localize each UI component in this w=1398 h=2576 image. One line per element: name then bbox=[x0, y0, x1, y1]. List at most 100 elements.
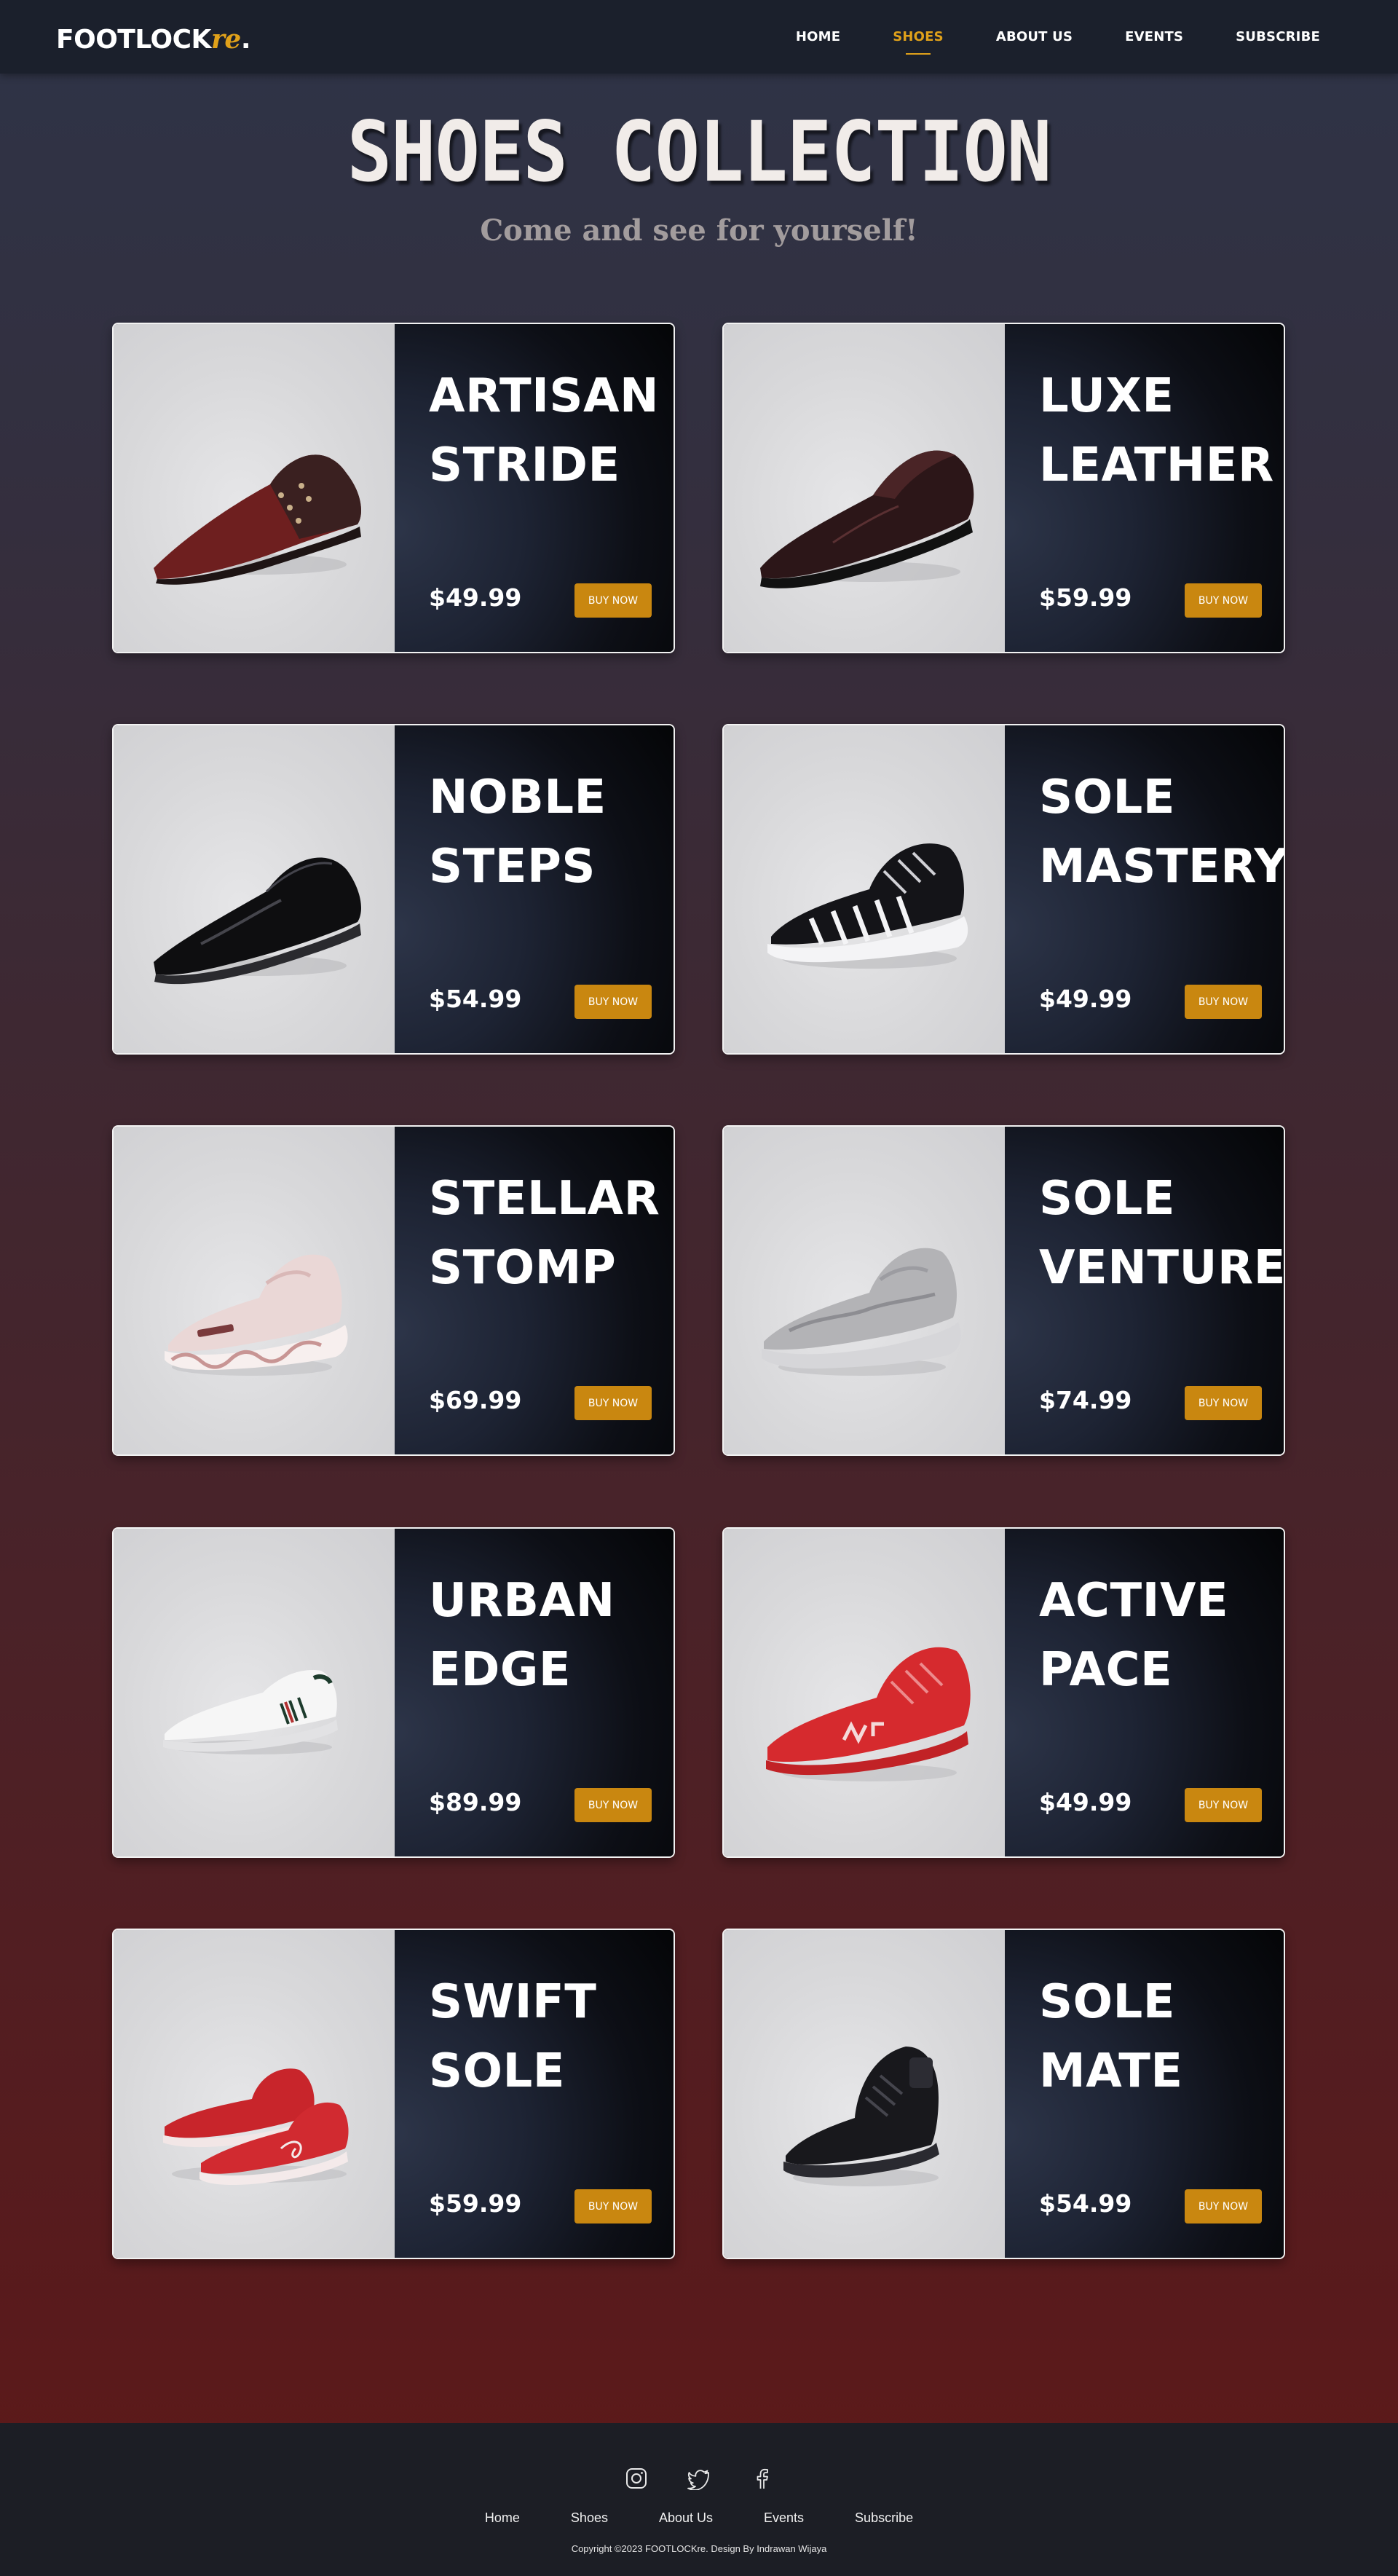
product-name-line2: SOLE bbox=[429, 2044, 565, 2098]
product-name-line1: URBAN bbox=[429, 1574, 615, 1628]
product-image bbox=[724, 324, 1005, 652]
product-name: NOBLE STEPS bbox=[429, 763, 674, 902]
pink-chunky-sneaker-icon bbox=[165, 1254, 348, 1376]
product-card: NOBLE STEPS $54.99 BUY NOW bbox=[112, 724, 675, 1055]
product-name-line2: PACE bbox=[1039, 1643, 1173, 1697]
nav-links: HOME SHOES ABOUT US EVENTS SUBSCRIBE bbox=[743, 0, 1320, 74]
product-name-line1: ACTIVE bbox=[1039, 1574, 1229, 1628]
product-name-line1: ARTISAN bbox=[429, 369, 660, 423]
nav-link-subscribe[interactable]: SUBSCRIBE bbox=[1236, 29, 1320, 44]
product-image bbox=[114, 1529, 395, 1856]
product-price: $59.99 bbox=[429, 2189, 522, 2218]
black-patent-dress-shoe-icon bbox=[154, 857, 361, 985]
product-name-line2: LEATHER bbox=[1039, 438, 1274, 492]
nav-link-shoes[interactable]: SHOES bbox=[893, 29, 944, 44]
product-name-line1: SOLE bbox=[1039, 1975, 1175, 2029]
product-price: $59.99 bbox=[1039, 583, 1132, 612]
product-name: SOLE VENTURE bbox=[1039, 1165, 1284, 1303]
product-image bbox=[114, 324, 395, 652]
buy-now-button[interactable]: BUY NOW bbox=[1185, 1386, 1262, 1420]
product-info: ACTIVE PACE $49.99 BUY NOW bbox=[1005, 1529, 1284, 1856]
product-card: ARTISAN STRIDE $49.99 BUY NOW bbox=[112, 323, 675, 653]
product-price: $69.99 bbox=[429, 1386, 522, 1414]
product-price: $89.99 bbox=[429, 1788, 522, 1816]
product-info: SOLE MATE $54.99 BUY NOW bbox=[1005, 1930, 1284, 2258]
product-name: ACTIVE PACE bbox=[1039, 1567, 1284, 1705]
buy-now-button[interactable]: BUY NOW bbox=[574, 583, 652, 618]
product-name-line1: SOLE bbox=[1039, 771, 1175, 824]
footer-link-about-us[interactable]: About Us bbox=[659, 2510, 713, 2526]
product-card: SOLE MATE $54.99 BUY NOW bbox=[722, 1929, 1285, 2259]
product-image bbox=[724, 1127, 1005, 1454]
red-high-top-sneakers-icon bbox=[163, 2068, 349, 2185]
twitter-icon[interactable] bbox=[687, 2467, 711, 2490]
product-name-line1: LUXE bbox=[1039, 369, 1174, 423]
nav-link-about-us[interactable]: ABOUT US bbox=[996, 29, 1073, 44]
footer-link-home[interactable]: Home bbox=[485, 2510, 520, 2526]
instagram-icon[interactable] bbox=[625, 2467, 648, 2490]
product-name: SOLE MASTERY bbox=[1039, 763, 1285, 902]
facebook-icon[interactable] bbox=[750, 2467, 773, 2490]
product-price: $49.99 bbox=[429, 583, 522, 612]
product-name: LUXE LEATHER bbox=[1039, 362, 1284, 500]
buy-now-button[interactable]: BUY NOW bbox=[1185, 2189, 1262, 2224]
footer: Home Shoes About Us Events Subscribe Cop… bbox=[0, 2423, 1398, 2576]
product-name-line1: NOBLE bbox=[429, 771, 607, 824]
product-info: ARTISAN STRIDE $49.99 BUY NOW bbox=[395, 324, 674, 652]
black-high-top-sneaker-icon bbox=[783, 2047, 939, 2186]
product-card: SOLE VENTURE $74.99 BUY NOW bbox=[722, 1125, 1285, 1456]
product-card: ACTIVE PACE $49.99 BUY NOW bbox=[722, 1527, 1285, 1858]
footer-link-shoes[interactable]: Shoes bbox=[571, 2510, 608, 2526]
logo-accent-text: re bbox=[210, 24, 241, 55]
top-navbar: FOOTLOCKre. HOME SHOES ABOUT US EVENTS S… bbox=[0, 0, 1398, 74]
brand-logo[interactable]: FOOTLOCKre. bbox=[56, 23, 251, 57]
product-name: STELLAR STOMP bbox=[429, 1165, 674, 1303]
product-card: SOLE MASTERY $49.99 BUY NOW bbox=[722, 724, 1285, 1055]
product-info: SOLE VENTURE $74.99 BUY NOW bbox=[1005, 1127, 1284, 1454]
product-name-line2: EDGE bbox=[429, 1643, 572, 1697]
product-info: SOLE MASTERY $49.99 BUY NOW bbox=[1005, 725, 1284, 1053]
product-name: SWIFT SOLE bbox=[429, 1968, 674, 2106]
footer-link-events[interactable]: Events bbox=[764, 2510, 804, 2526]
product-price: $74.99 bbox=[1039, 1386, 1132, 1414]
product-info: URBAN EDGE $89.99 BUY NOW bbox=[395, 1529, 674, 1856]
product-name-line2: STOMP bbox=[429, 1241, 617, 1295]
buy-now-button[interactable]: BUY NOW bbox=[1185, 985, 1262, 1019]
white-low-top-sneaker-icon bbox=[163, 1670, 338, 1754]
product-card: URBAN EDGE $89.99 BUY NOW bbox=[112, 1527, 675, 1858]
product-image bbox=[724, 1930, 1005, 2258]
product-name-line2: STEPS bbox=[429, 840, 596, 894]
product-name-line1: SOLE bbox=[1039, 1172, 1175, 1226]
brown-leather-oxford-shoe-icon bbox=[154, 454, 361, 585]
product-info: STELLAR STOMP $69.99 BUY NOW bbox=[395, 1127, 674, 1454]
product-image bbox=[724, 725, 1005, 1053]
product-name-line2: STRIDE bbox=[429, 438, 620, 492]
product-info: NOBLE STEPS $54.99 BUY NOW bbox=[395, 725, 674, 1053]
buy-now-button[interactable]: BUY NOW bbox=[1185, 583, 1262, 618]
buy-now-button[interactable]: BUY NOW bbox=[574, 2189, 652, 2224]
social-links bbox=[0, 2467, 1398, 2490]
buy-now-button[interactable]: BUY NOW bbox=[1185, 1788, 1262, 1822]
buy-now-button[interactable]: BUY NOW bbox=[574, 1788, 652, 1822]
grey-chunky-sneaker-icon bbox=[762, 1248, 961, 1376]
nav-link-home[interactable]: HOME bbox=[796, 29, 840, 44]
product-info: SWIFT SOLE $59.99 BUY NOW bbox=[395, 1930, 674, 2258]
footer-links: Home Shoes About Us Events Subscribe bbox=[0, 2510, 1398, 2526]
product-name-line1: STELLAR bbox=[429, 1172, 660, 1226]
product-name-line1: SWIFT bbox=[429, 1975, 597, 2029]
buy-now-button[interactable]: BUY NOW bbox=[574, 1386, 652, 1420]
nav-link-events[interactable]: EVENTS bbox=[1125, 29, 1183, 44]
product-card: STELLAR STOMP $69.99 BUY NOW bbox=[112, 1125, 675, 1456]
product-price: $54.99 bbox=[429, 985, 522, 1013]
footer-link-subscribe[interactable]: Subscribe bbox=[855, 2510, 913, 2526]
product-name-line2: MASTERY bbox=[1039, 840, 1285, 894]
product-image bbox=[114, 1930, 395, 2258]
buy-now-button[interactable]: BUY NOW bbox=[574, 985, 652, 1019]
red-knit-running-shoe-icon bbox=[766, 1647, 971, 1781]
logo-main-text: FOOTLOCK bbox=[56, 25, 211, 55]
product-price: $49.99 bbox=[1039, 1788, 1132, 1816]
page-subtitle: Come and see for yourself! bbox=[480, 213, 918, 248]
product-price: $49.99 bbox=[1039, 985, 1132, 1013]
product-image bbox=[114, 725, 395, 1053]
product-price: $54.99 bbox=[1039, 2189, 1132, 2218]
